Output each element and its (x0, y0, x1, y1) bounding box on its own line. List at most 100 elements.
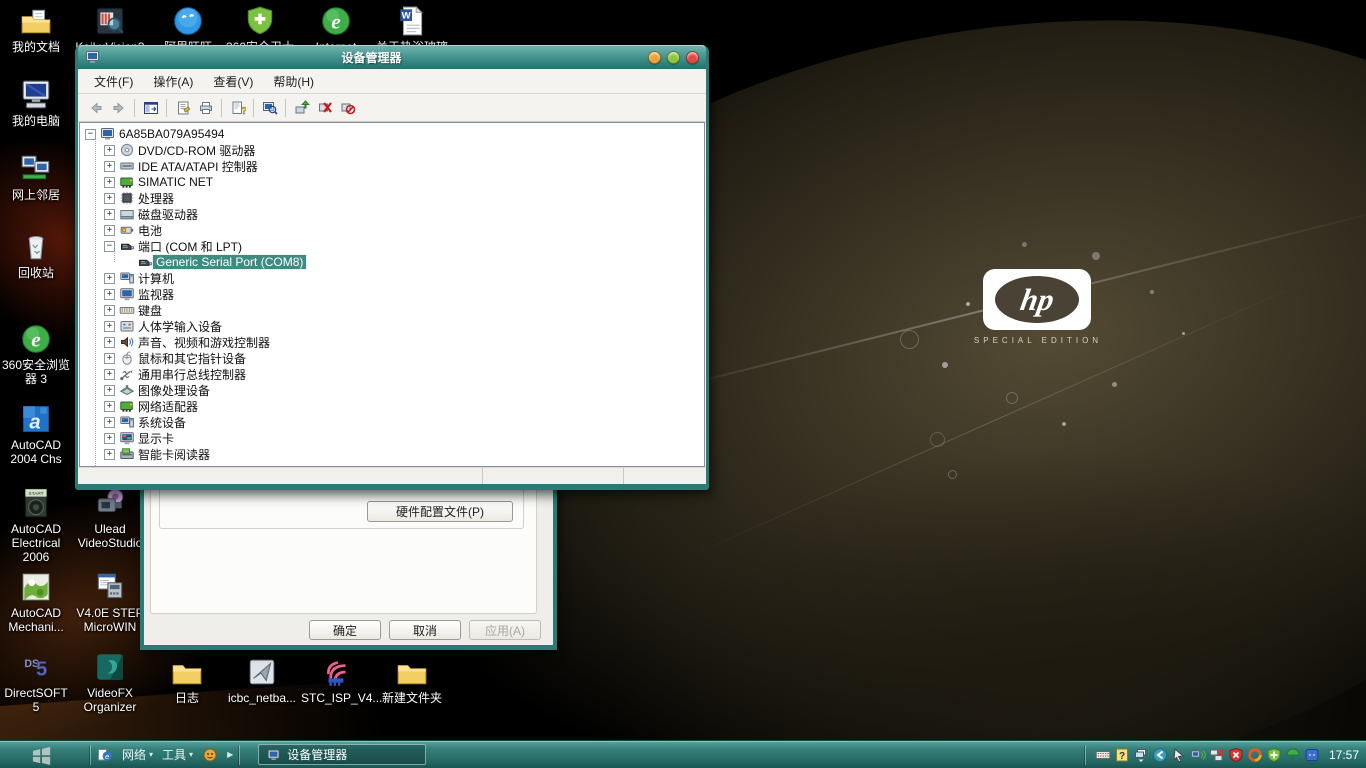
desktop-icon-autocad-mechanical[interactable]: AutoCAD Mechani... (0, 570, 72, 634)
expand-icon[interactable]: + (104, 305, 115, 316)
tray-window-restore-icon[interactable] (1133, 747, 1149, 763)
chevron-right-icon[interactable]: ▶ (227, 750, 233, 759)
desktop-icon-icbc-netbank[interactable]: icbc_netba... (226, 655, 298, 705)
update-driver-button[interactable] (290, 97, 313, 119)
tree-item-label[interactable]: 鼠标和其它指针设备 (135, 350, 249, 367)
tree-item-label[interactable]: SIMATIC NET (135, 175, 216, 189)
tree-item-label[interactable]: 计算机 (135, 270, 177, 287)
tree-item-label[interactable]: 网络适配器 (135, 398, 201, 415)
cancel-button[interactable]: 取消 (389, 620, 461, 640)
desktop-icon-my-computer[interactable]: 我的电脑 (0, 78, 72, 128)
expand-icon[interactable]: + (104, 385, 115, 396)
tree-item[interactable]: + 网络适配器 (80, 398, 704, 414)
tree-item[interactable]: +计算机 (80, 270, 704, 286)
start-button[interactable] (0, 745, 84, 765)
console-tree-button[interactable] (139, 97, 162, 119)
tray-network-error-icon[interactable] (1209, 747, 1225, 763)
tray-shield-360-icon[interactable] (1266, 747, 1282, 763)
expand-icon[interactable]: + (104, 369, 115, 380)
tray-wireless-display-icon[interactable] (1190, 747, 1206, 763)
desktop-icon-my-documents[interactable]: 我的文档 (0, 4, 72, 54)
collapse-icon[interactable]: − (104, 241, 115, 252)
maximize-button[interactable] (667, 51, 680, 64)
desktop-icon-autocad-electrical[interactable]: STARTAutoCAD Electrical 2006 (0, 486, 72, 564)
tree-item-label[interactable]: 监视器 (135, 286, 177, 303)
desktop-icon-360-browser[interactable]: e360安全浏览器 3 (0, 322, 72, 386)
desktop-icon-videofx-organizer[interactable]: VideoFX Organizer (74, 650, 146, 714)
tree-item[interactable]: −端口 (COM 和 LPT) (80, 238, 704, 254)
tray-pc-suite-icon[interactable] (1304, 747, 1320, 763)
tree-item[interactable]: + 磁盘驱动器 (80, 206, 704, 222)
tree-item[interactable]: − 6A85BA079A95494 (80, 126, 704, 142)
apply-button[interactable]: 应用(A) (469, 620, 541, 640)
tree-item[interactable]: +电池 (80, 222, 704, 238)
desktop-icon-autocad-2004[interactable]: aAutoCAD 2004 Chs (0, 402, 72, 466)
menu-h[interactable]: 帮助(H) (263, 70, 324, 93)
uninstall-device-button[interactable] (336, 97, 359, 119)
tree-item[interactable]: +智能卡阅读器 (80, 446, 704, 462)
scan-hardware-button[interactable] (258, 97, 281, 119)
desktop-icon-recycle-bin[interactable]: 回收站 (0, 230, 72, 280)
tray-green-umbrella-icon[interactable] (1285, 747, 1301, 763)
tree-item[interactable]: + 通用串行总线控制器 (80, 366, 704, 382)
tree-item[interactable]: Generic Serial Port (COM8) (80, 254, 704, 270)
tray-input-help-icon[interactable]: ? (1114, 747, 1130, 763)
menu-f[interactable]: 文件(F) (84, 70, 143, 93)
desktop-icon-rizhi-folder[interactable]: 日志 (151, 655, 223, 705)
tree-item-label[interactable]: 人体学输入设备 (135, 318, 225, 335)
expand-icon[interactable]: + (104, 417, 115, 428)
tree-item[interactable]: + DVD/CD-ROM 驱动器 (80, 142, 704, 158)
forward-button[interactable] (107, 97, 130, 119)
expand-icon[interactable]: + (104, 433, 115, 444)
tree-item-label[interactable]: 智能卡阅读器 (135, 446, 213, 463)
desktop-icon-network-places[interactable]: 网上邻居 (0, 152, 72, 202)
ok-button[interactable]: 确定 (309, 620, 381, 640)
tools-menu[interactable]: 工具▾ (162, 746, 193, 763)
hardware-profiles-button[interactable]: 硬件配置文件(P) (367, 501, 513, 522)
expand-icon[interactable]: + (104, 161, 115, 172)
tree-item-label[interactable]: 系统设备 (135, 414, 189, 431)
task-button-device-manager[interactable]: 设备管理器 (258, 744, 426, 765)
desktop-icon-new-folder[interactable]: 新建文件夹 (376, 655, 448, 705)
tree-item-label[interactable]: 图像处理设备 (135, 382, 213, 399)
expand-icon[interactable]: + (104, 321, 115, 332)
tray-pointer-device-icon[interactable] (1171, 747, 1187, 763)
tree-item[interactable]: + 监视器 (80, 286, 704, 302)
back-button[interactable] (84, 97, 107, 119)
expand-icon[interactable]: + (104, 225, 115, 236)
disable-device-button[interactable] (313, 97, 336, 119)
tree-item[interactable]: + 系统设备 (80, 414, 704, 430)
expand-icon[interactable]: + (104, 177, 115, 188)
expand-icon[interactable]: + (104, 209, 115, 220)
expand-icon[interactable]: + (104, 145, 115, 156)
tree-item-label[interactable]: 磁盘驱动器 (135, 206, 201, 223)
tree-item[interactable]: + IDE ATA/ATAPI 控制器 (80, 158, 704, 174)
expand-icon[interactable]: + (104, 337, 115, 348)
expand-icon[interactable]: + (104, 401, 115, 412)
tree-item[interactable]: +显示卡 (80, 430, 704, 446)
menu-v[interactable]: 查看(V) (203, 70, 263, 93)
tray-back-circle-icon[interactable] (1152, 747, 1168, 763)
tray-security-alert-icon[interactable] (1228, 747, 1244, 763)
desktop-icon-directsoft-5[interactable]: DS5DirectSOFT 5 (0, 650, 72, 714)
tree-item-label[interactable]: 键盘 (135, 302, 165, 319)
tree-item-label[interactable]: 6A85BA079A95494 (116, 127, 227, 141)
close-button[interactable] (686, 51, 699, 64)
minimize-button[interactable] (648, 51, 661, 64)
tray-ring-360-icon[interactable] (1247, 747, 1263, 763)
tree-item-label[interactable]: 处理器 (135, 190, 177, 207)
tray-keyboard-indicator-icon[interactable] (1095, 747, 1111, 763)
properties-button[interactable] (171, 97, 194, 119)
network-menu[interactable]: 网络▾ (122, 746, 153, 763)
help-button[interactable]: ? (226, 97, 249, 119)
tree-item[interactable]: +声音、视频和游戏控制器 (80, 334, 704, 350)
tree-item-label[interactable]: IDE ATA/ATAPI 控制器 (135, 158, 261, 175)
expand-icon[interactable]: + (104, 353, 115, 364)
tree-item-label[interactable]: 通用串行总线控制器 (135, 366, 249, 383)
desktop-icon-ulead-videostudio[interactable]: Ulead VideoStudio (74, 486, 146, 550)
tree-item[interactable]: +处理器 (80, 190, 704, 206)
tree-item[interactable]: + SIMATIC NET (80, 174, 704, 190)
expand-icon[interactable]: + (104, 289, 115, 300)
tree-item-label[interactable]: DVD/CD-ROM 驱动器 (135, 142, 258, 159)
collapse-icon[interactable]: − (85, 129, 96, 140)
